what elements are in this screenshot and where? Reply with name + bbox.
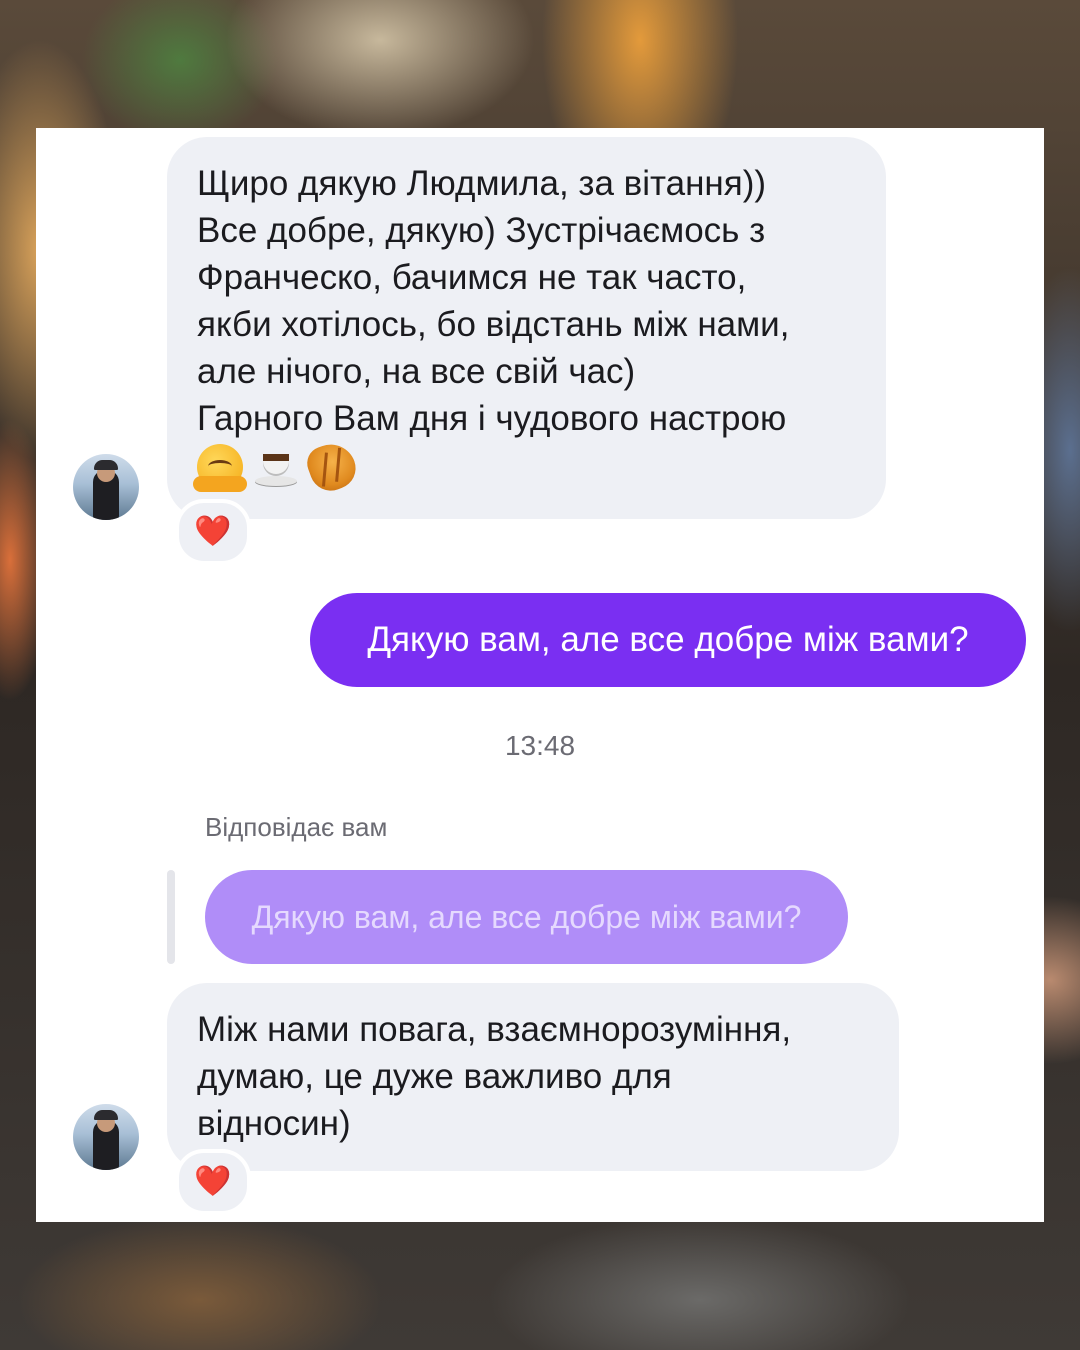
message-timestamp: 13:48 bbox=[504, 730, 576, 761]
incoming-message-bubble[interactable]: Між нами повага, взаємнорозуміння, думаю… bbox=[167, 983, 899, 1171]
emoji-row bbox=[193, 437, 856, 497]
heart-icon: ❤️ bbox=[194, 1164, 232, 1199]
incoming-message-bubble[interactable]: Щиро дякую Людмила, за вітання)) Все доб… bbox=[167, 137, 886, 519]
message-line: Гарного Вам дня і чудового настрою bbox=[197, 399, 787, 438]
message-line: Щиро дякую Людмила, за вітання)) bbox=[197, 164, 767, 203]
message-line: Між нами повага, взаємнорозуміння, bbox=[197, 1010, 792, 1049]
heart-reaction[interactable]: ❤️ bbox=[175, 499, 251, 565]
chat-screenshot: Щиро дякую Людмила, за вітання)) Все доб… bbox=[36, 128, 1044, 1222]
reply-indicator-bar bbox=[167, 870, 175, 964]
outgoing-message-bubble[interactable]: Дякую вам, але все добре між вами? bbox=[310, 593, 1026, 687]
message-line: відносин) bbox=[197, 1104, 351, 1143]
message-line: якби хотілось, бо відстань між нами, bbox=[197, 305, 790, 344]
contact-avatar[interactable] bbox=[73, 454, 139, 520]
message-line: Франческо, бачимся не так часто, bbox=[197, 258, 747, 297]
hugging-face-emoji-icon bbox=[193, 444, 247, 492]
message-line: думаю, це дуже важливо для bbox=[197, 1057, 672, 1096]
heart-reaction[interactable]: ❤️ bbox=[175, 1149, 251, 1215]
heart-icon: ❤️ bbox=[194, 514, 232, 549]
contact-avatar[interactable] bbox=[73, 1104, 139, 1170]
croissant-emoji-icon bbox=[302, 437, 362, 497]
coffee-emoji-icon bbox=[253, 444, 299, 490]
reply-label: Відповідає вам bbox=[205, 812, 388, 842]
quoted-message-bubble[interactable]: Дякую вам, але все добре між вами? bbox=[205, 870, 848, 964]
message-line: але нічого, на все свій час) bbox=[197, 352, 636, 391]
message-line: Все добре, дякую) Зустрічаємось з bbox=[197, 211, 766, 250]
